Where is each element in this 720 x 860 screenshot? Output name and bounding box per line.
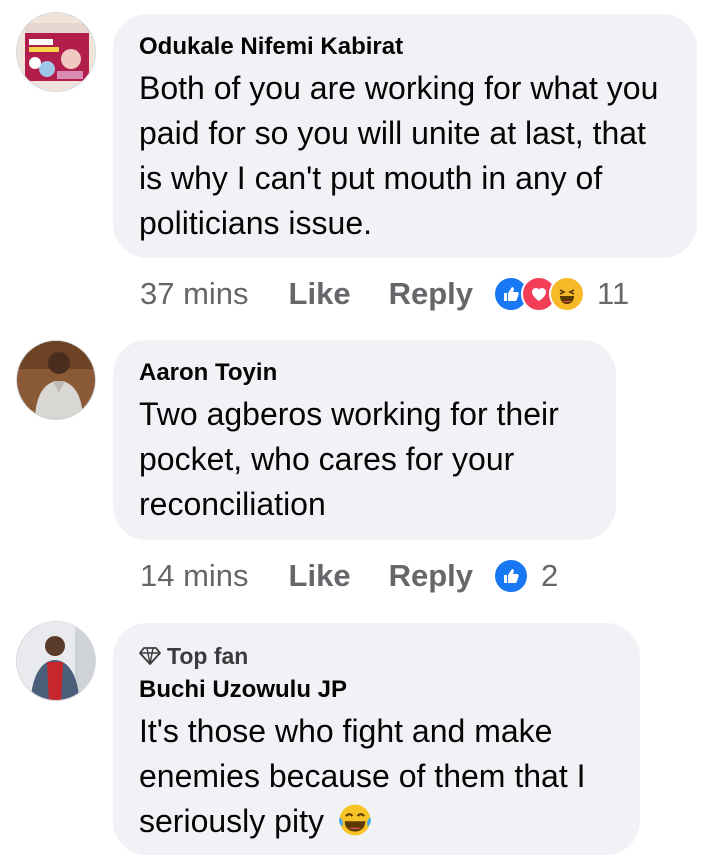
comment-bubble: Aaron Toyin Two agberos working for thei… — [113, 340, 616, 540]
reaction-count: 11 — [597, 276, 630, 311]
like-icon — [493, 558, 529, 594]
like-button[interactable]: Like — [289, 558, 351, 594]
diamond-icon — [139, 647, 161, 665]
comment-author[interactable]: Odukale Nifemi Kabirat — [139, 32, 669, 62]
laughing-tears-emoji-icon — [338, 804, 371, 836]
avatar[interactable] — [16, 621, 96, 701]
avatar-image — [17, 13, 95, 91]
reaction-count: 2 — [541, 558, 559, 593]
avatar-image — [17, 341, 95, 419]
comment-text: Both of you are working for what you pai… — [139, 70, 659, 241]
like-button[interactable]: Like — [289, 276, 351, 312]
comment-author[interactable]: Aaron Toyin — [139, 358, 588, 388]
comment-text: Two agberos working for their pocket, wh… — [139, 396, 559, 522]
reply-button[interactable]: Reply — [389, 558, 473, 594]
comment-bubble: Top fan Buchi Uzowulu JP It's those who … — [113, 623, 640, 855]
reply-button[interactable]: Reply — [389, 276, 473, 312]
avatar[interactable] — [16, 12, 96, 92]
top-fan-badge: Top fan — [139, 641, 612, 671]
reactions-summary[interactable]: 2 — [493, 558, 558, 594]
haha-icon — [549, 276, 585, 312]
comment-author[interactable]: Buchi Uzowulu JP — [139, 675, 612, 705]
comment-actions: 37 mins Like Reply 11 — [140, 274, 629, 314]
reactions-summary[interactable]: 11 — [493, 276, 629, 312]
comment-actions: 14 mins Like Reply 2 — [140, 556, 558, 596]
comment-time[interactable]: 14 mins — [140, 558, 249, 594]
avatar[interactable] — [16, 340, 96, 420]
comment-text: It's those who fight and make enemies be… — [139, 709, 612, 844]
comment-time[interactable]: 37 mins — [140, 276, 249, 312]
comment-bubble: Odukale Nifemi Kabirat Both of you are w… — [113, 14, 697, 258]
top-fan-label: Top fan — [167, 643, 249, 669]
avatar-image — [17, 622, 95, 700]
